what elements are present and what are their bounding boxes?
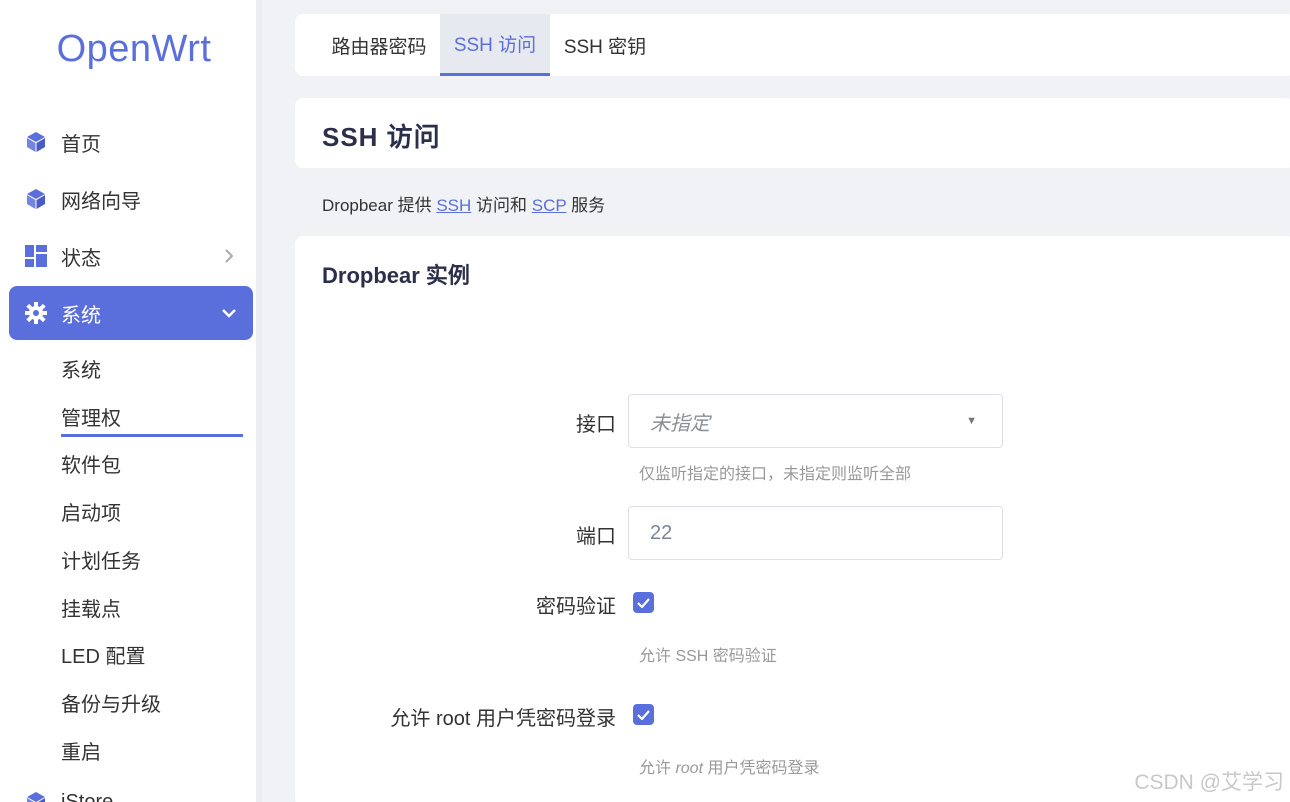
port-label: 端口: [576, 526, 616, 548]
hint-root-text: root: [675, 760, 704, 777]
port-value: 22: [650, 521, 673, 544]
interface-placeholder: 未指定: [650, 412, 710, 435]
sidebar-item-label: 系统: [61, 304, 101, 327]
root-password-label: 允许 root 用户凭密码登录: [390, 708, 616, 730]
cube-icon: [25, 131, 47, 153]
section-title: Dropbear 实例: [322, 263, 470, 288]
root-password-checkbox[interactable]: [633, 704, 654, 725]
sidebar-item-network-wizard[interactable]: 网络向导: [9, 172, 253, 226]
interface-label: 接口: [576, 414, 616, 436]
gear-icon: [25, 302, 47, 324]
sidebar-item-label: iStore: [61, 790, 114, 802]
password-auth-label: 密码验证: [536, 596, 616, 618]
app-logo[interactable]: OpenWrt: [0, 28, 268, 71]
chevron-right-icon: [219, 246, 239, 266]
sidebar-item-system[interactable]: 系统: [9, 286, 253, 340]
hint-text: 允许: [639, 760, 676, 777]
root-password-hint: 允许 root 用户凭密码登录: [639, 754, 819, 778]
sidebar-item-istore[interactable]: iStore: [9, 775, 253, 802]
dropdown-caret-icon: ▼: [966, 415, 977, 427]
page-description: Dropbear 提供 SSH 访问和 SCP 服务: [322, 191, 605, 216]
scp-link[interactable]: SCP: [532, 196, 567, 215]
sidebar-subitem-led-config[interactable]: LED 配置: [61, 640, 145, 669]
ssh-link[interactable]: SSH: [436, 196, 471, 215]
tab-router-password[interactable]: 路由器密码: [319, 14, 439, 76]
description-text: Dropbear 提供: [322, 196, 437, 215]
sidebar-subitem-startup[interactable]: 启动项: [61, 497, 121, 526]
page-title: SSH 访问: [322, 122, 441, 152]
sidebar-subitem-mount-points[interactable]: 挂载点: [61, 593, 121, 622]
password-auth-hint: 允许 SSH 密码验证: [639, 648, 777, 665]
sidebar-item-home[interactable]: 首页: [9, 115, 253, 169]
password-auth-checkbox[interactable]: [633, 592, 654, 613]
checkmark-icon: [637, 709, 650, 720]
active-subitem-underline: [61, 434, 243, 437]
port-input[interactable]: 22: [628, 506, 1003, 560]
sidebar: OpenWrt 首页 网络向导 状态 系统 系统 管理权 软件包 启动项 计划任: [0, 0, 262, 802]
sidebar-subitem-scheduled-tasks[interactable]: 计划任务: [61, 545, 141, 574]
sidebar-subitem-administration[interactable]: 管理权: [61, 402, 121, 431]
description-text: 访问和: [471, 196, 532, 215]
interface-select[interactable]: 未指定 ▼: [628, 394, 1003, 448]
sidebar-subitem-software[interactable]: 软件包: [61, 449, 121, 478]
tab-ssh-keys[interactable]: SSH 密钥: [551, 14, 659, 76]
sidebar-subitem-reboot[interactable]: 重启: [61, 736, 101, 765]
sidebar-item-label: 网络向导: [61, 190, 141, 213]
page-header: SSH 访问: [295, 98, 1290, 168]
cube-icon: [25, 188, 47, 210]
dashboard-icon: [25, 245, 47, 267]
sidebar-subitem-system[interactable]: 系统: [61, 354, 101, 383]
description-text: 服务: [566, 196, 606, 215]
cube-icon: [25, 791, 47, 802]
sidebar-item-label: 状态: [61, 247, 101, 270]
tab-ssh-access[interactable]: SSH 访问: [440, 14, 550, 76]
chevron-down-icon: [219, 303, 239, 323]
watermark: CSDN @艾学习: [1134, 771, 1284, 794]
sidebar-item-status[interactable]: 状态: [9, 229, 253, 283]
checkmark-icon: [637, 597, 650, 608]
interface-hint: 仅监听指定的接口，未指定则监听全部: [639, 466, 912, 483]
sidebar-item-label: 首页: [61, 133, 101, 156]
sidebar-subitem-backup-upgrade[interactable]: 备份与升级: [61, 688, 161, 717]
hint-text: 用户凭密码登录: [703, 760, 820, 777]
tab-bar: 路由器密码 SSH 访问 SSH 密钥: [295, 14, 1290, 76]
